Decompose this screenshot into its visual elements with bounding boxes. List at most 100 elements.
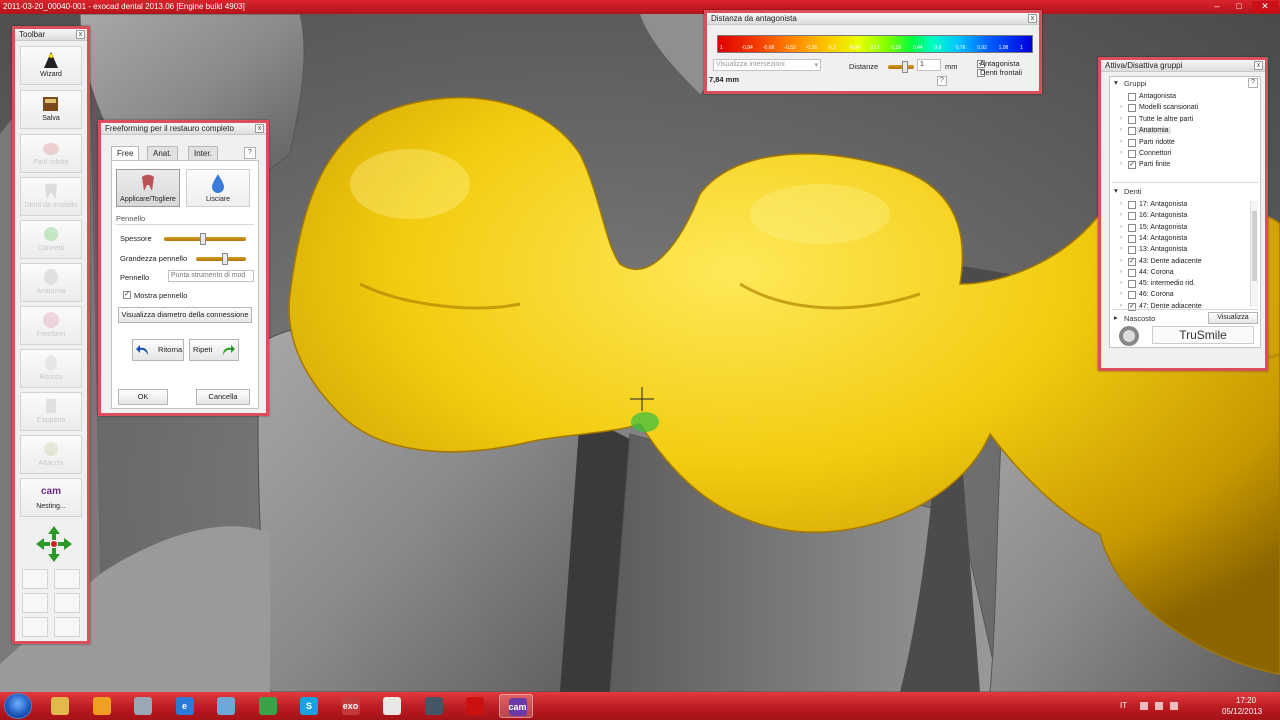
- taskbar-notepad-button[interactable]: [208, 694, 242, 718]
- expand-icon[interactable]: ›: [1120, 116, 1122, 122]
- tooth-checkbox[interactable]: [1128, 223, 1136, 232]
- tooth-checkbox[interactable]: [1128, 268, 1136, 277]
- tooth-checkbox[interactable]: [1128, 291, 1136, 300]
- thickness-slider[interactable]: [164, 233, 246, 245]
- freeforming-close-button[interactable]: x: [255, 124, 264, 133]
- group-item[interactable]: › Anatomia: [1110, 126, 1260, 137]
- minimize-button[interactable]: –: [1207, 1, 1227, 13]
- group-checkbox[interactable]: [1128, 127, 1136, 136]
- group-item[interactable]: › Tutte le altre parti: [1110, 115, 1260, 126]
- tooth-item[interactable]: › 44: Corona: [1110, 268, 1248, 279]
- expand-icon[interactable]: ›: [1120, 161, 1122, 167]
- apply-remove-button[interactable]: Applicare/Togliere: [116, 169, 180, 207]
- expand-icon[interactable]: ›: [1120, 139, 1122, 145]
- expand-icon[interactable]: ›: [1120, 280, 1122, 286]
- expand-icon[interactable]: ›: [1120, 104, 1122, 110]
- brush-size-slider[interactable]: [196, 253, 246, 265]
- attachment-button[interactable]: Attacchi: [20, 435, 82, 474]
- smooth-button[interactable]: Lisciare: [186, 169, 250, 207]
- groups-help-button[interactable]: ?: [1248, 78, 1258, 88]
- distance-slider-handle[interactable]: [902, 61, 908, 73]
- taskbar-media-player-button[interactable]: [84, 694, 118, 718]
- show-brush-checkbox[interactable]: ✓: [123, 291, 131, 299]
- group-item[interactable]: Antagonista: [1110, 92, 1260, 103]
- hidden-expand-icon[interactable]: ▸: [1114, 313, 1118, 322]
- tab-anatomy[interactable]: Anat.: [147, 146, 178, 160]
- tooth-item[interactable]: › 46: Corona: [1110, 290, 1248, 301]
- start-button[interactable]: [4, 693, 32, 719]
- coping-button[interactable]: Cappetta: [20, 392, 82, 431]
- freeform-button[interactable]: Freeform: [20, 306, 82, 345]
- view-front-button[interactable]: [22, 569, 48, 589]
- group-item[interactable]: › ✓ Parti finite: [1110, 160, 1260, 171]
- maximize-button[interactable]: □: [1229, 1, 1249, 13]
- tooth-item[interactable]: › ✓ 43: Dente adiacente: [1110, 257, 1248, 268]
- undo-button[interactable]: Ritorna: [132, 339, 184, 361]
- tooth-checkbox[interactable]: ✓: [1128, 257, 1136, 266]
- taskbar-recorder-button[interactable]: [457, 694, 491, 718]
- view-top-button[interactable]: [22, 617, 48, 637]
- distance-help-button[interactable]: ?: [937, 76, 947, 86]
- tooth-checkbox[interactable]: [1128, 234, 1136, 243]
- anatomy-button[interactable]: Anatomia: [20, 263, 82, 302]
- expand-icon[interactable]: ›: [1120, 127, 1122, 133]
- expand-icon[interactable]: ›: [1120, 246, 1122, 252]
- tooth-checkbox[interactable]: [1128, 201, 1136, 209]
- tray-volume-icon[interactable]: [1155, 702, 1163, 710]
- group-item[interactable]: › Connettori: [1110, 149, 1260, 160]
- group-checkbox[interactable]: [1128, 138, 1136, 147]
- clock-date[interactable]: 05/12/2013: [1222, 707, 1262, 716]
- scrollbar-thumb[interactable]: [1252, 211, 1257, 281]
- taskbar-file-explorer-button[interactable]: [42, 694, 76, 718]
- tray-flag-icon[interactable]: [1170, 702, 1178, 710]
- brush-size-slider-handle[interactable]: [222, 253, 229, 265]
- tooth-item[interactable]: › 45: intermedio rid.: [1110, 279, 1248, 290]
- nesting-button[interactable]: cam Nesting...: [20, 478, 82, 517]
- taskbar-exocad-button[interactable]: exo: [333, 694, 367, 718]
- distance-slider[interactable]: [888, 61, 914, 73]
- taskbar-skype-button[interactable]: S: [291, 694, 325, 718]
- language-indicator[interactable]: IT: [1120, 701, 1127, 710]
- reduced-parts-button[interactable]: Parti ridotte: [20, 134, 82, 173]
- tooth-item[interactable]: › 15: Antagonista: [1110, 223, 1248, 234]
- thickness-slider-handle[interactable]: [199, 233, 206, 245]
- wizard-button[interactable]: Wizard: [20, 46, 82, 85]
- tooth-checkbox[interactable]: [1128, 280, 1136, 289]
- taskbar-tooth-app-button[interactable]: [374, 694, 408, 718]
- close-window-button[interactable]: ✕: [1252, 1, 1278, 13]
- teeth-expand-icon[interactable]: ▾: [1114, 186, 1118, 195]
- distance-input[interactable]: 1: [917, 59, 941, 71]
- tooth-item[interactable]: › 13: Antagonista: [1110, 245, 1248, 256]
- tray-network-icon[interactable]: [1140, 702, 1148, 710]
- view-left-button[interactable]: [22, 593, 48, 613]
- save-button[interactable]: Salva: [20, 90, 82, 129]
- expand-icon[interactable]: ›: [1120, 269, 1122, 275]
- group-checkbox[interactable]: ✓: [1128, 161, 1136, 170]
- connect-button[interactable]: Connetti: [20, 220, 82, 259]
- tooth-model-button[interactable]: Denti da modello: [20, 177, 82, 216]
- show-button[interactable]: Visualizza: [1208, 312, 1258, 324]
- teeth-scrollbar[interactable]: [1250, 201, 1258, 307]
- tab-interproximal[interactable]: Inter.: [188, 146, 218, 160]
- taskbar-tools-button[interactable]: [125, 694, 159, 718]
- tooth-item[interactable]: › 17: Antagonista: [1110, 200, 1248, 211]
- taskbar-cam-app-button[interactable]: cam: [498, 694, 533, 718]
- tooth-item[interactable]: › 14: Antagonista: [1110, 234, 1248, 245]
- tooth-item[interactable]: › 16: Antagonista: [1110, 211, 1248, 222]
- ok-button[interactable]: OK: [118, 389, 168, 405]
- group-checkbox[interactable]: [1128, 115, 1136, 124]
- show-connection-diameter-button[interactable]: Visualizza diametro della connessione: [118, 307, 252, 323]
- expand-icon[interactable]: ›: [1120, 303, 1122, 309]
- view-right-button[interactable]: [54, 593, 80, 613]
- redo-button[interactable]: Ripeti: [189, 339, 239, 361]
- view-bottom-button[interactable]: [54, 617, 80, 637]
- clock-time[interactable]: 17:20: [1236, 696, 1256, 705]
- expand-icon[interactable]: ›: [1120, 291, 1122, 297]
- expand-icon[interactable]: ›: [1120, 258, 1122, 264]
- group-checkbox[interactable]: [1128, 93, 1136, 101]
- expand-icon[interactable]: ›: [1120, 201, 1122, 207]
- group-item[interactable]: › Parti ridotte: [1110, 138, 1260, 149]
- groups-expand-icon[interactable]: ▾: [1114, 78, 1118, 87]
- taskbar-internet-explorer-button[interactable]: e: [167, 694, 201, 718]
- group-item[interactable]: › Modelli scansionati: [1110, 103, 1260, 114]
